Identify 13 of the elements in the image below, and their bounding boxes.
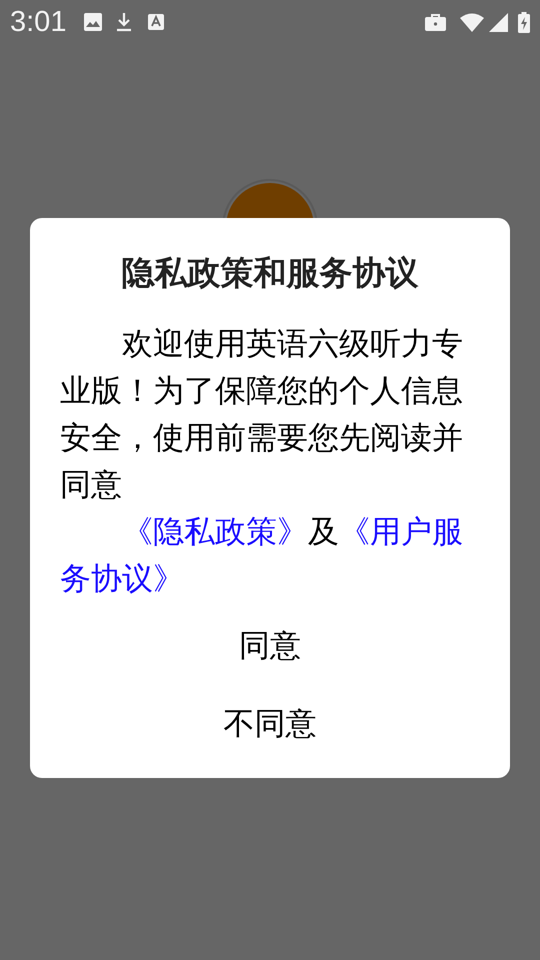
text-icon <box>148 14 164 30</box>
disagree-button[interactable]: 不同意 <box>216 702 324 746</box>
image-icon <box>84 13 102 31</box>
agreement-text[interactable]: 《隐私政策》及《用户服务协议》 <box>60 508 480 602</box>
signal-icon <box>489 12 508 32</box>
wifi-icon <box>460 12 484 32</box>
download-icon <box>116 12 132 32</box>
message-text: 欢迎使用英语六级听力专业版！为了保障您的个人信息安全，使用前需要您先阅读并同意 <box>60 325 464 504</box>
agree-button[interactable]: 同意 <box>231 624 309 668</box>
dialog-title: 隐私政策和服务协议 <box>122 253 418 293</box>
status-time: 3:01 <box>10 8 66 36</box>
briefcase-icon <box>425 13 446 31</box>
battery-icon <box>518 12 530 32</box>
